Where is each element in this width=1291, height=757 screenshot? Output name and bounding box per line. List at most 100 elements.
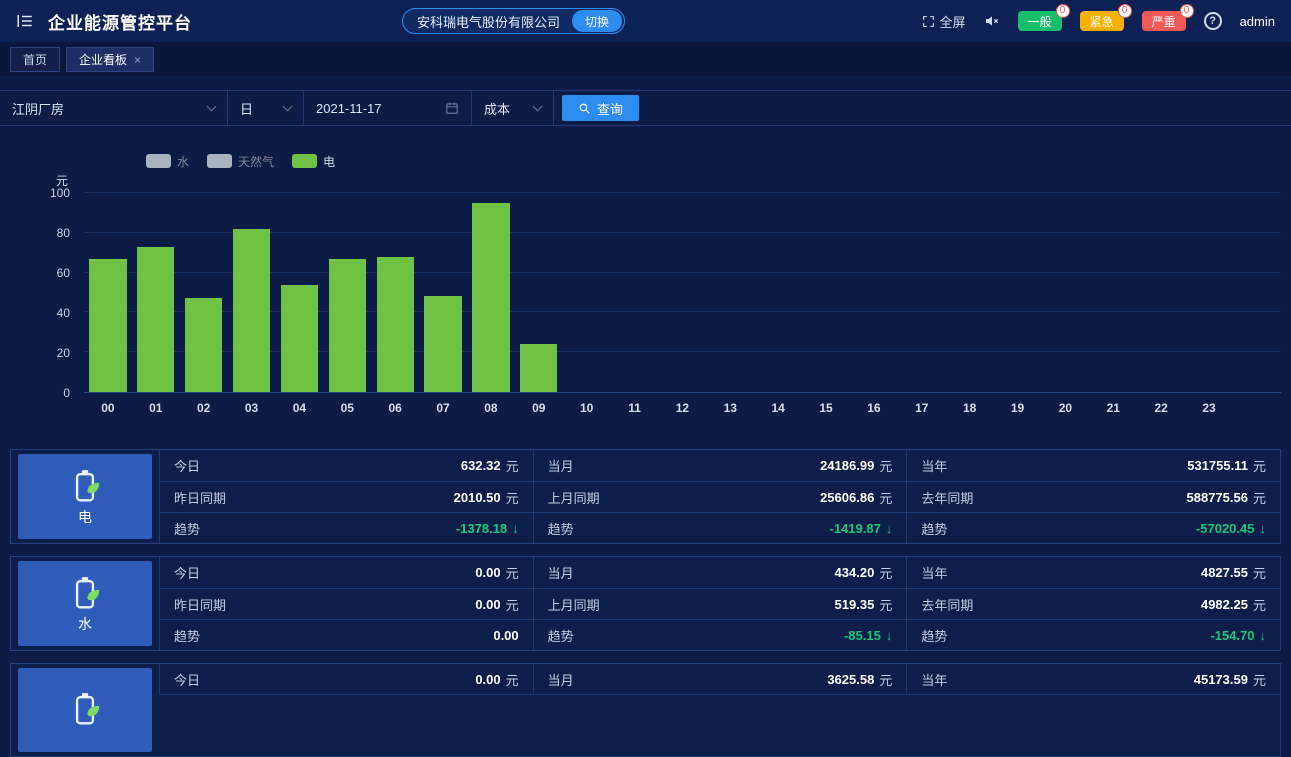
metric-cell: 去年同期 588775.56 元 (906, 481, 1280, 512)
site-select-value: 江阴厂房 (12, 99, 64, 118)
collapse-menu-icon[interactable] (16, 12, 34, 30)
metric-value: 0.00 (475, 597, 500, 612)
gas-tile[interactable] (18, 668, 152, 752)
bar-slot-22 (1137, 193, 1185, 392)
bar-05[interactable] (329, 259, 366, 392)
bar-04[interactable] (281, 285, 318, 392)
bar-03[interactable] (233, 229, 270, 392)
mute-button[interactable] (984, 13, 1000, 29)
trend-value: -1378.18 (456, 521, 507, 536)
bar-slot-01 (132, 193, 180, 392)
metric-select[interactable]: 成本 (472, 91, 554, 125)
x-tick-label-23: 23 (1185, 401, 1233, 415)
metric-cell: 去年同期 4982.25 元 (906, 588, 1280, 619)
water-tile[interactable]: 水 (18, 561, 152, 646)
site-select[interactable]: 江阴厂房 (0, 91, 228, 125)
fullscreen-button[interactable]: 全屏 (922, 12, 966, 31)
bar-slot-13 (706, 193, 754, 392)
bar-slot-12 (659, 193, 707, 392)
x-tick-label-05: 05 (323, 401, 371, 415)
bar-slot-08 (467, 193, 515, 392)
bar-slot-10 (563, 193, 611, 392)
energy-block-water: 水 今日 0.00 元 当月 434.20 元 当年 4827.55 元 昨日同… (10, 556, 1281, 651)
close-icon[interactable]: × (134, 53, 141, 67)
user-menu[interactable]: admin (1240, 14, 1275, 29)
bar-slot-03 (228, 193, 276, 392)
tab-home[interactable]: 首页 (10, 47, 60, 72)
metric-value: 4982.25 (1201, 597, 1248, 612)
tab-label: 首页 (23, 51, 47, 68)
metric-unit: 元 (879, 595, 892, 614)
x-tick-label-13: 13 (706, 401, 754, 415)
metric-cell: 今日 632.32 元 (159, 450, 533, 481)
metric-cell: 当月 24186.99 元 (533, 450, 907, 481)
tab-enterprise-dashboard[interactable]: 企业看板 × (66, 47, 154, 72)
alarm-badge-normal[interactable]: 一般 0 (1018, 11, 1062, 31)
period-select[interactable]: 日 (228, 91, 304, 125)
bar-00[interactable] (89, 259, 126, 392)
metric-label: 当月 (548, 563, 574, 582)
y-axis-name: 元 (0, 172, 84, 189)
metric-cell: 当年 531755.11 元 (906, 450, 1280, 481)
switch-company-button[interactable]: 切换 (572, 10, 622, 32)
energy-name: 水 (78, 614, 92, 634)
metric-unit: 元 (879, 456, 892, 475)
trend-value: 0.00 (493, 628, 518, 643)
metric-label: 趋势 (921, 519, 947, 538)
filter-bar: 江阴厂房 日 2021-11-17 成本 查询 (0, 90, 1291, 126)
bar-07[interactable] (424, 296, 461, 392)
search-icon (578, 102, 591, 115)
metric-label: 上月同期 (548, 595, 600, 614)
alarm-badge-severe[interactable]: 严重 0 (1142, 11, 1186, 31)
chevron-down-icon (207, 102, 217, 112)
electric-tile[interactable]: 电 (18, 454, 152, 539)
help-icon[interactable]: ? (1204, 12, 1222, 30)
metric-unit: 元 (1253, 595, 1266, 614)
bar-slot-09 (515, 193, 563, 392)
date-value: 2021-11-17 (316, 101, 382, 116)
query-button[interactable]: 查询 (562, 95, 639, 121)
metric-value: 632.32 (461, 458, 501, 473)
energy-tile-col: 电 (11, 450, 159, 543)
alarm-badge-urgent[interactable]: 紧急 0 (1080, 11, 1124, 31)
energy-tile-col: 水 (11, 557, 159, 650)
legend-item-gas[interactable]: 天然气 (207, 153, 274, 170)
metric-value: 588775.56 (1187, 490, 1248, 505)
metric-unit: 元 (1253, 488, 1266, 507)
bar-09[interactable] (520, 344, 557, 392)
energy-block-gas: 今日 0.00 元 当月 3625.58 元 当年 45173.59 元 (10, 663, 1281, 757)
date-picker[interactable]: 2021-11-17 (304, 91, 472, 125)
metric-value: 2010.50 (454, 490, 501, 505)
metric-label: 昨日同期 (174, 488, 226, 507)
badge-label: 一般 (1028, 13, 1052, 30)
trend-value: -57020.45 (1196, 521, 1255, 536)
x-tick-label-06: 06 (371, 401, 419, 415)
metric-label: 趋势 (921, 626, 947, 645)
metric-value: 531755.11 (1187, 458, 1248, 473)
battery-leaf-icon (66, 690, 104, 728)
bar-06[interactable] (377, 257, 414, 392)
speaker-muted-icon (984, 13, 1000, 29)
metric-value: 25606.86 (820, 490, 874, 505)
battery-leaf-icon (66, 574, 104, 612)
bar-02[interactable] (185, 298, 222, 392)
query-button-label: 查询 (597, 99, 623, 118)
x-tick-label-17: 17 (898, 401, 946, 415)
metric-unit: 元 (879, 563, 892, 582)
bar-08[interactable] (472, 203, 509, 392)
legend-item-electric[interactable]: 电 (292, 153, 335, 170)
chevron-down-icon (533, 102, 543, 112)
bar-slot-00 (84, 193, 132, 392)
legend-swatch (146, 154, 171, 168)
legend-item-water[interactable]: 水 (146, 153, 189, 170)
metric-unit: 元 (506, 563, 519, 582)
bar-01[interactable] (137, 247, 174, 392)
bar-slot-14 (754, 193, 802, 392)
x-tick-label-22: 22 (1137, 401, 1185, 415)
metric-label: 当月 (548, 670, 574, 689)
metric-select-value: 成本 (484, 99, 510, 118)
metric-label: 当年 (921, 670, 947, 689)
legend-label: 天然气 (238, 153, 274, 170)
metric-label: 去年同期 (921, 595, 973, 614)
trend-cell: 趋势 -57020.45 ↓ (906, 512, 1280, 543)
